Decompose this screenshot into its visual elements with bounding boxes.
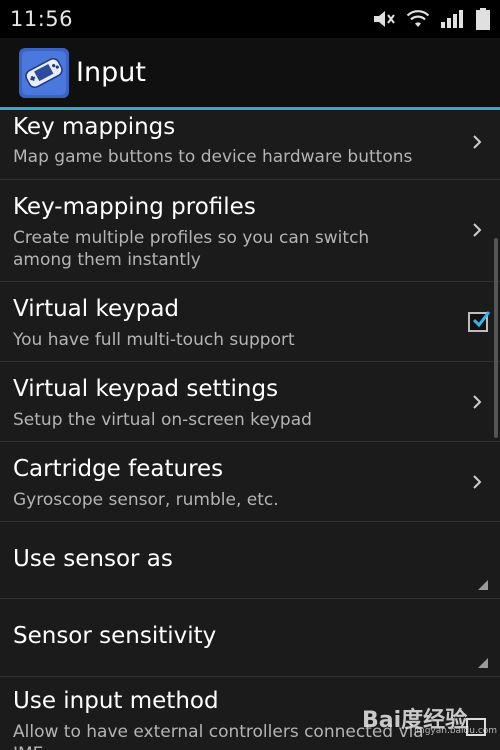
pref-cartridge-features[interactable]: Cartridge features Gyroscope sensor, rum… (0, 442, 500, 522)
chevron-right-icon (473, 475, 482, 489)
mute-icon (372, 9, 396, 29)
pref-title: Key-mapping profiles (13, 194, 256, 220)
pref-summary: You have full multi-touch support (13, 330, 295, 350)
pref-summary: Map game buttons to device hardware butt… (13, 147, 413, 167)
chevron-right-icon (473, 135, 482, 149)
chevron-right-icon (473, 395, 482, 409)
status-icons (372, 8, 490, 30)
pref-virtual-keypad[interactable]: Virtual keypad You have full multi-touch… (0, 282, 500, 362)
pref-summary: Gyroscope sensor, rumble, etc. (13, 490, 279, 510)
pref-virtual-keypad-settings[interactable]: Virtual keypad settings Setup the virtua… (0, 362, 500, 442)
pref-title: Use input method (13, 688, 219, 714)
pref-key-mappings[interactable]: Key mappings Map game buttons to device … (0, 110, 500, 180)
action-bar: Input (0, 38, 500, 107)
status-time: 11:56 (10, 7, 74, 31)
battery-icon (476, 8, 490, 30)
chevron-right-icon (473, 223, 482, 237)
page-title: Input (76, 57, 146, 88)
status-bar: 11:56 (0, 0, 500, 38)
baidu-watermark: Bai度经验 jingyan.baidu.com (362, 702, 497, 736)
scrollbar[interactable] (494, 238, 498, 438)
pref-title: Key mappings (13, 114, 176, 140)
pref-summary: Setup the virtual on-screen keypad (13, 410, 312, 430)
pref-key-mapping-profiles[interactable]: Key-mapping profiles Create multiple pro… (0, 180, 500, 282)
pref-title: Use sensor as (13, 546, 173, 572)
pref-title: Virtual keypad settings (13, 376, 279, 402)
pref-use-sensor-as[interactable]: Use sensor as (0, 522, 500, 599)
preference-list: Key mappings Map game buttons to device … (0, 110, 500, 750)
input-method-checkbox[interactable] (466, 718, 486, 736)
checkmark-icon (472, 311, 491, 328)
pref-summary: Create multiple profiles so you can swit… (13, 228, 370, 270)
virtual-keypad-checkbox[interactable] (468, 311, 491, 332)
pref-title: Cartridge features (13, 456, 224, 482)
dropdown-indicator-icon (478, 580, 488, 590)
pref-title: Sensor sensitivity (13, 623, 217, 649)
pref-title: Virtual keypad (13, 296, 180, 322)
wifi-icon (406, 9, 430, 29)
pref-sensor-sensitivity[interactable]: Sensor sensitivity (0, 599, 500, 677)
dropdown-indicator-icon (478, 658, 488, 668)
gameboy-emulator-icon[interactable] (18, 47, 70, 99)
signal-icon (440, 9, 466, 29)
